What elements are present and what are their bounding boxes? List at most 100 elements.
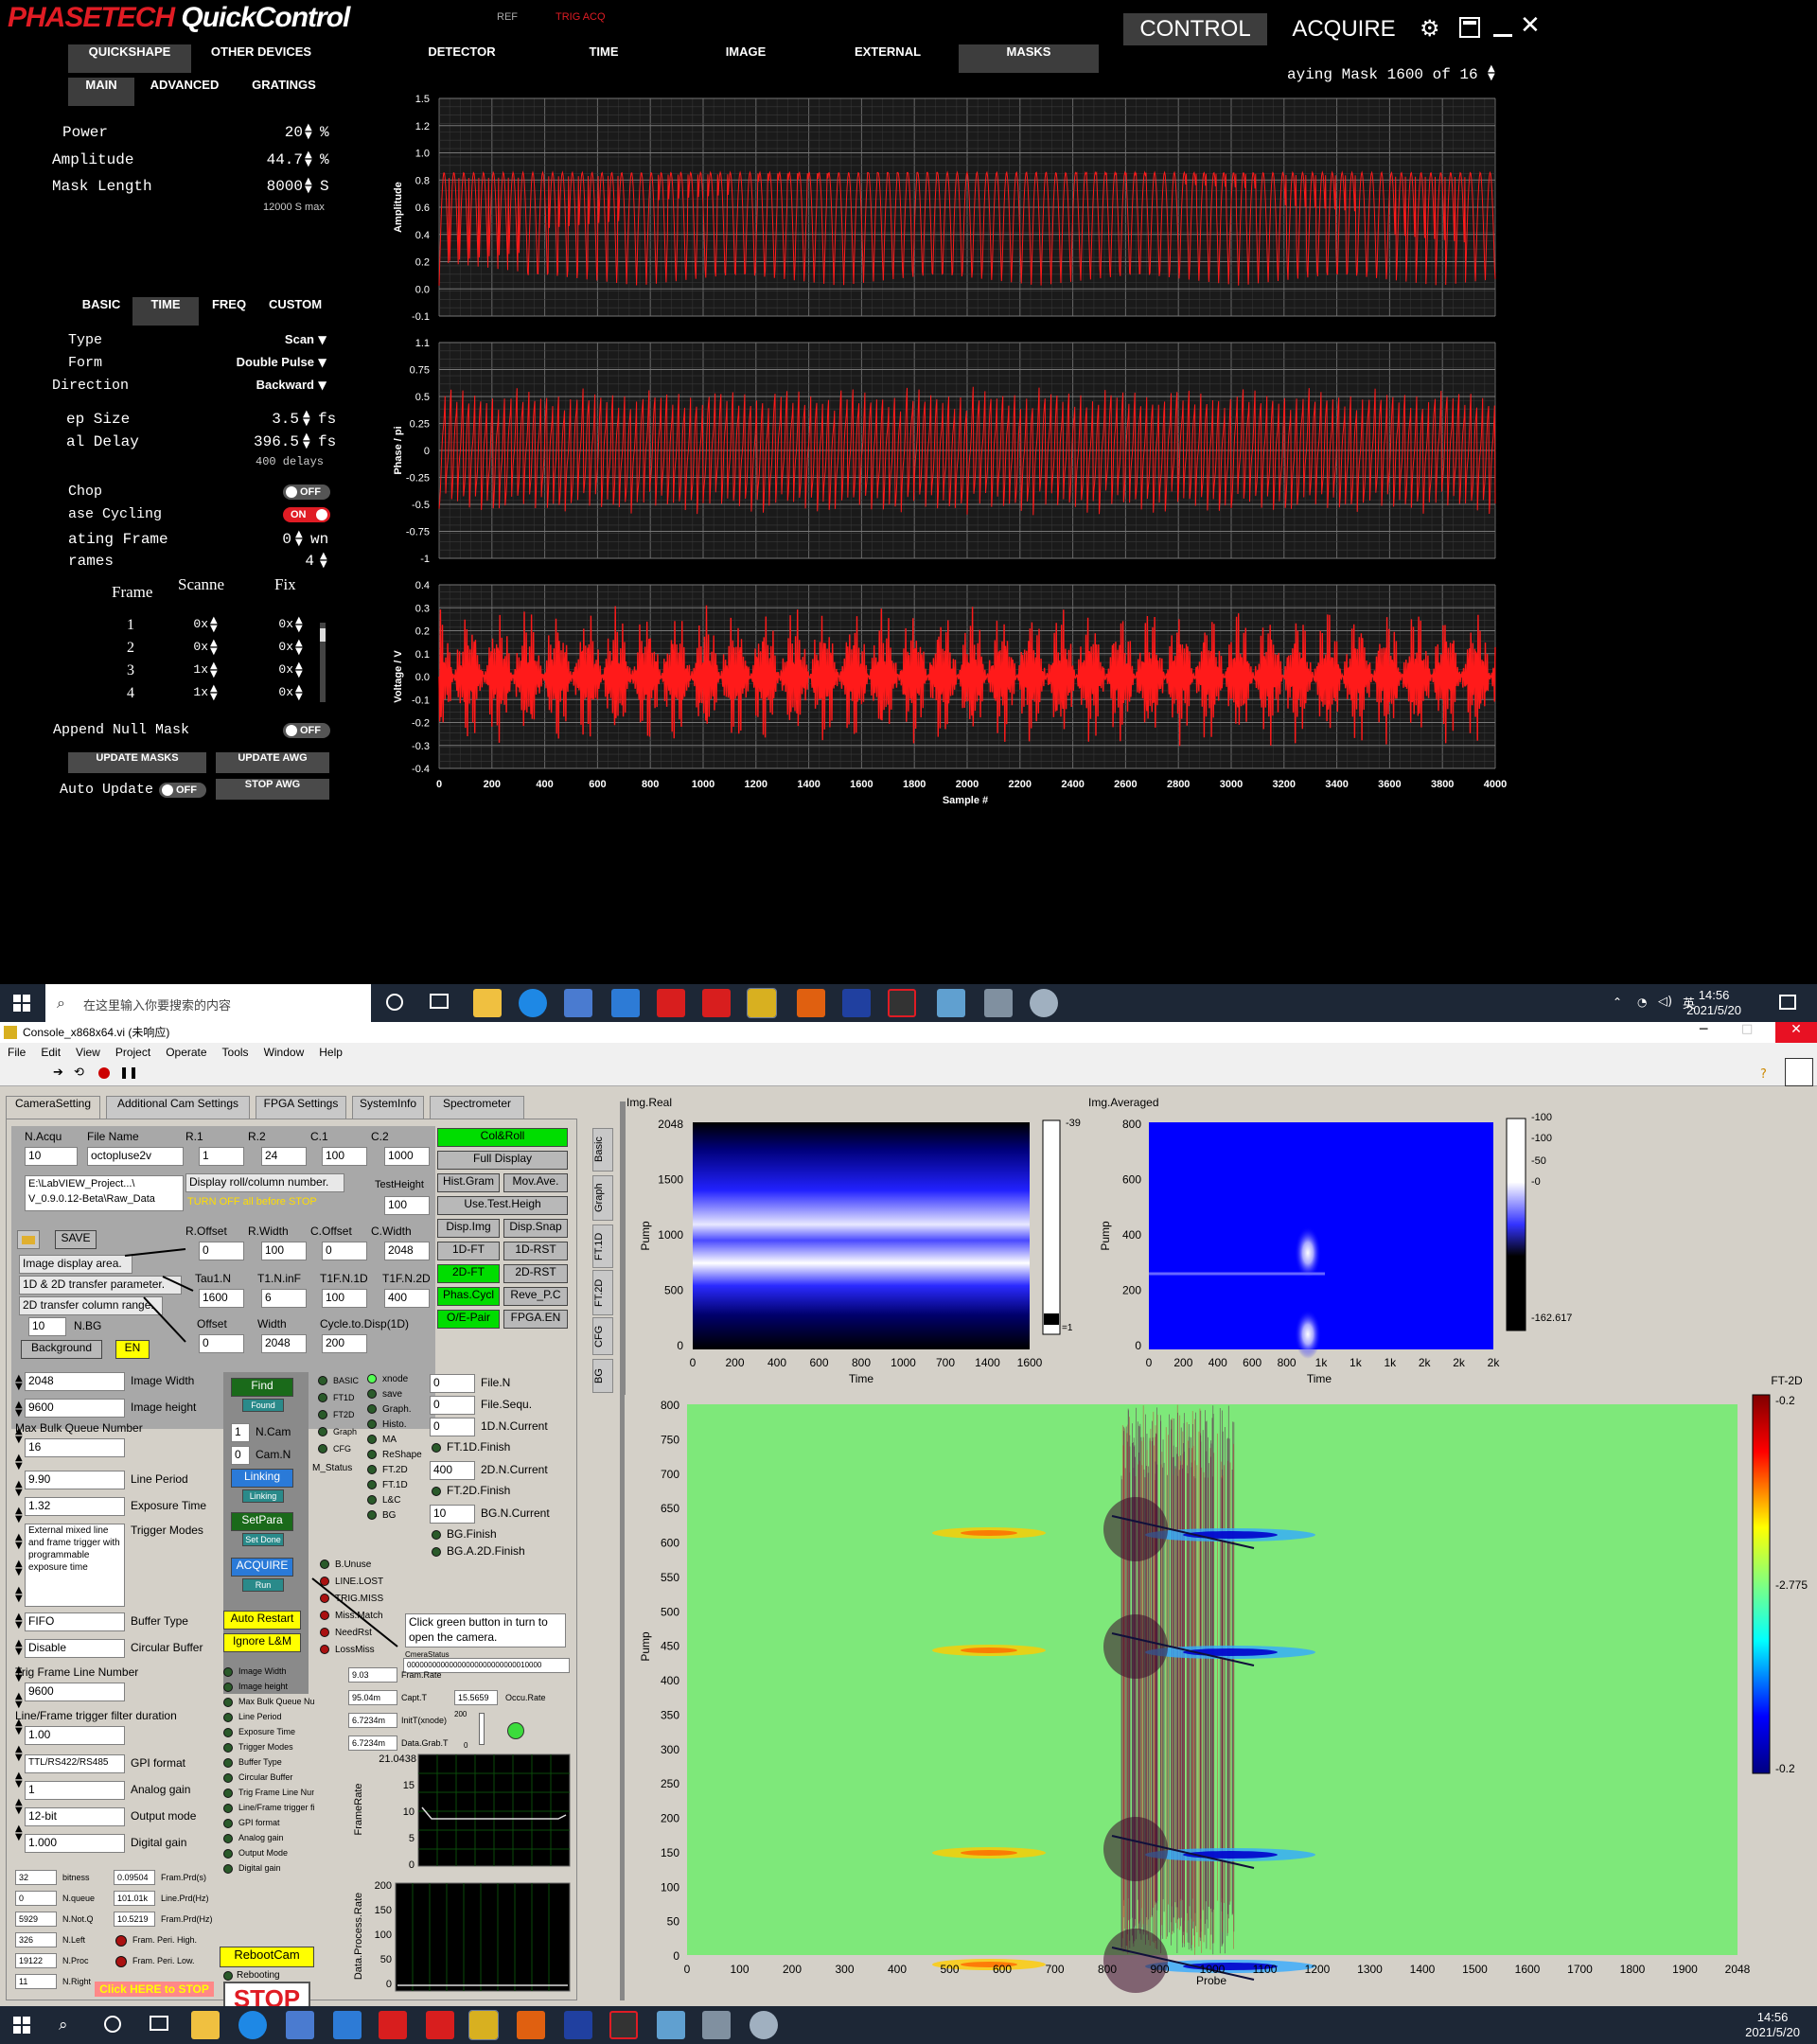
matlab-icon-2[interactable] [517, 2011, 545, 2039]
search-icon-2[interactable]: ⌕ [59, 2016, 68, 2035]
windows-start-icon[interactable] [13, 995, 30, 1012]
y-tick-label: 0.4 [415, 230, 430, 241]
app-paint-icon-2[interactable] [750, 2011, 778, 2039]
x-tick-label: 3400 [1325, 779, 1348, 790]
ft2d-y-tick: 0 [673, 1949, 679, 1963]
store-icon-2[interactable] [286, 2011, 314, 2039]
calculator-app-icon[interactable] [984, 989, 1013, 1017]
lv-graphics: Img.Real-39=120481500100050000 200 400 600 8… [0, 1022, 1817, 2006]
edge-icon-2[interactable] [238, 2011, 267, 2039]
ft2d-center-blob [1103, 1929, 1168, 1993]
taskbar-search-box[interactable]: ⌕ 在这里输入你要搜索的内容 [45, 984, 371, 1022]
ft2d-scale-label: -2.775 [1775, 1578, 1808, 1592]
matlab-icon[interactable] [797, 989, 825, 1017]
app-red-s-icon[interactable] [657, 989, 685, 1017]
dp-rate-y-tick: 50 [380, 1954, 392, 1965]
vtab-basic[interactable]: Basic [592, 1128, 613, 1172]
vtab-ft1d[interactable]: FT.1D [592, 1225, 613, 1268]
app-book-icon-2[interactable] [657, 2011, 685, 2039]
app-red-s2-icon-2[interactable] [426, 2011, 454, 2039]
ft2d-label: FT-2D [1771, 1374, 1803, 1387]
img-avg-x-tick: 2k [1453, 1356, 1466, 1369]
clock-2[interactable]: 14:56 2021/5/20 [1745, 2010, 1800, 2040]
app-book-icon[interactable] [937, 989, 965, 1017]
ft2d-x-tick: 1200 [1305, 1963, 1331, 1976]
tray-chevron-icon[interactable]: ⌃ [1613, 996, 1622, 1009]
file-explorer-icon-2[interactable] [191, 2011, 220, 2039]
img-real-x-tick: 1400 [975, 1356, 1000, 1369]
framerate-y-tick: 0 [409, 1859, 415, 1871]
x-tick-label: 1200 [745, 779, 767, 790]
y-tick-label: 0.3 [415, 603, 430, 614]
app-red-s-icon-2[interactable] [379, 2011, 407, 2039]
y-tick-label: 0 [424, 446, 430, 457]
notification-icon[interactable] [1779, 995, 1796, 1010]
dp-rate-y-tick: 0 [386, 1979, 392, 1990]
store-icon[interactable] [564, 989, 592, 1017]
windows-start-icon-2[interactable] [13, 2017, 30, 2034]
y-tick-label: -0.5 [412, 500, 430, 511]
img-avg-x-tick: 600 [1243, 1356, 1261, 1369]
ft2d-x-tick: 700 [1045, 1963, 1064, 1976]
app-gear-icon-2[interactable] [609, 2011, 638, 2039]
img-real-y-label: Pump [639, 1221, 652, 1251]
img-avg-x-tick: 2k [1419, 1356, 1432, 1369]
ft2d-x-tick: 400 [888, 1963, 907, 1976]
ft2d-y-tick: 800 [661, 1399, 679, 1412]
taskbar-bottom: ⌕ 14:56 2021/5/20 [0, 2006, 1817, 2044]
img-real-colorbar-low [1044, 1313, 1059, 1325]
annotation-arrow [144, 1297, 185, 1342]
stop-button[interactable]: STOP [223, 1982, 310, 2006]
clock-date: 2021/5/20 [1686, 1003, 1741, 1018]
app-gear-icon[interactable] [888, 989, 916, 1017]
cortana-icon-2[interactable] [104, 2016, 121, 2033]
annotation-arrow [163, 1277, 193, 1291]
img-avg-feature [1295, 1310, 1321, 1359]
img-avg-image [1149, 1122, 1493, 1349]
y-tick-label: 0.75 [410, 365, 430, 377]
img-real-x-tick: 600 [809, 1356, 828, 1369]
labview-icon-2[interactable] [469, 2011, 498, 2039]
calculator-app-icon-2[interactable] [702, 2011, 731, 2039]
mail-icon[interactable] [611, 989, 640, 1017]
ft2d-colorbar [1753, 1395, 1770, 1773]
ft2d-x-tick: 1600 [1515, 1963, 1541, 1976]
taskbar-search-input[interactable]: 在这里输入你要搜索的内容 [83, 996, 231, 1013]
labview-icon[interactable] [748, 989, 776, 1017]
edge-icon[interactable] [519, 989, 547, 1017]
cortana-icon[interactable] [386, 994, 403, 1011]
img-real-y-tick: 2048 [658, 1118, 683, 1131]
img-real-y-tick: 1000 [658, 1228, 683, 1242]
y-tick-label: -0.2 [412, 718, 430, 730]
vtab-ft2d[interactable]: FT.2D [592, 1270, 613, 1315]
clock[interactable]: 14:56 2021/5/20 [1686, 988, 1741, 1018]
mail-icon-2[interactable] [333, 2011, 362, 2039]
task-view-icon-2[interactable] [150, 2016, 168, 2031]
img-real-x-tick: 800 [852, 1356, 871, 1369]
app-paint-icon[interactable] [1030, 989, 1058, 1017]
task-view-icon[interactable] [430, 994, 449, 1009]
click-stop-button[interactable]: Click HERE to STOP [95, 1982, 214, 1997]
rebootcam-button[interactable]: RebootCam [220, 1947, 314, 1967]
img-real-image [693, 1122, 1030, 1349]
app-red-s2-icon[interactable] [702, 989, 731, 1017]
network-icon[interactable]: ◔ [1637, 996, 1647, 1009]
vtab-cfg[interactable]: CFG [592, 1317, 613, 1355]
y-tick-label: 0.0 [415, 672, 430, 683]
vtab-bg[interactable]: BG [592, 1359, 613, 1393]
file-explorer-icon[interactable] [473, 989, 502, 1017]
y-tick-label: 1.2 [415, 121, 430, 132]
img-real-x-tick: 200 [725, 1356, 744, 1369]
vtab-graph[interactable]: Graph [592, 1175, 613, 1221]
ft2d-y-tick: 350 [661, 1708, 679, 1721]
volume-icon[interactable]: ◁) [1658, 995, 1672, 1009]
x-tick-label: 2800 [1167, 779, 1190, 790]
clock-date-2: 2021/5/20 [1745, 2025, 1800, 2040]
framerate-y-tick: 5 [409, 1833, 415, 1844]
app-network-icon-2[interactable] [564, 2011, 592, 2039]
x-tick-label: 3800 [1431, 779, 1454, 790]
app-network-icon[interactable] [842, 989, 871, 1017]
x-tick-label: 4000 [1484, 779, 1507, 790]
ft2d-x-tick: 1400 [1410, 1963, 1436, 1976]
framerate-y-tick: 10 [403, 1806, 415, 1818]
